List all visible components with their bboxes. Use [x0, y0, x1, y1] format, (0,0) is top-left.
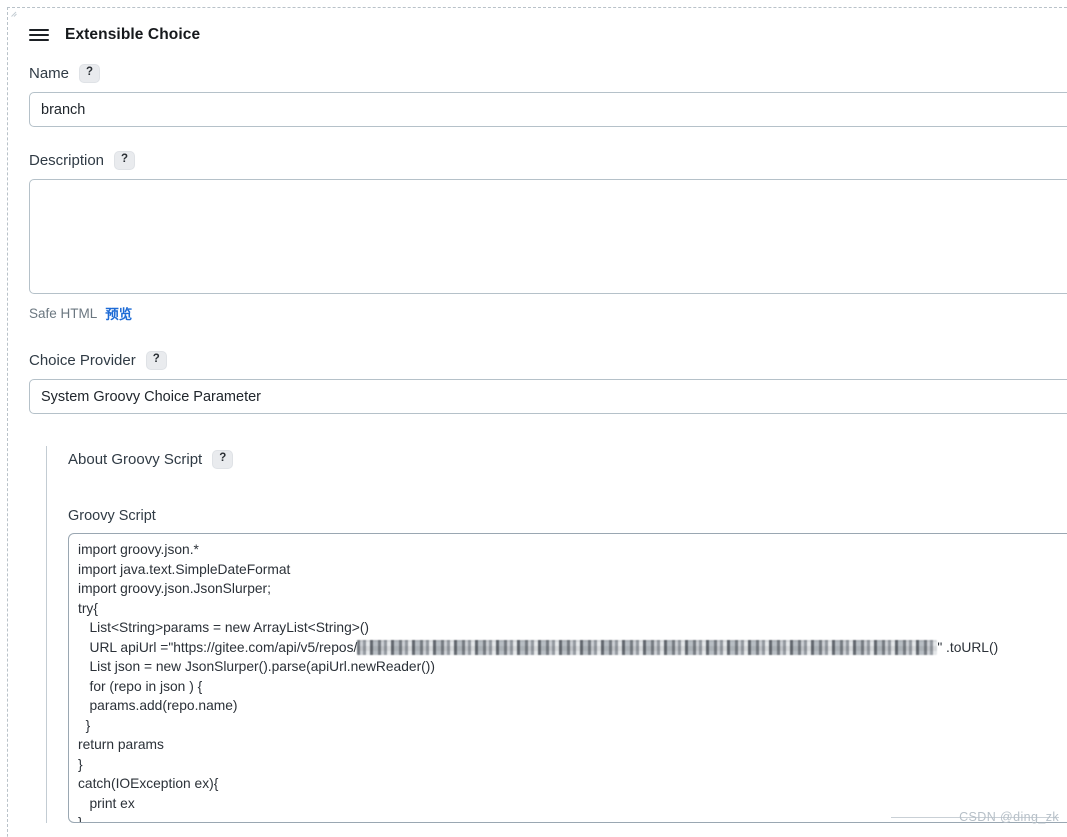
safe-html-row: Safe HTML 预览	[29, 303, 1067, 323]
code-line: }	[78, 815, 83, 823]
code-line: print ex	[78, 795, 135, 811]
code-line-suffix: " .toURL()	[937, 639, 999, 655]
code-line: params.add(repo.name)	[78, 698, 238, 713]
choice-provider-help-icon[interactable]: ?	[145, 350, 167, 370]
code-line: return params	[78, 737, 164, 752]
name-help-icon[interactable]: ?	[79, 63, 101, 83]
redacted-url-segment	[357, 639, 938, 655]
groovy-script-editor[interactable]: import groovy.json.* import java.text.Sim…	[68, 533, 1067, 823]
name-label: Name	[29, 64, 70, 82]
choice-provider-input[interactable]	[29, 379, 1067, 414]
code-line: import groovy.json.JsonSlurper;	[78, 581, 271, 596]
name-label-row: Name ?	[29, 62, 1067, 84]
safe-html-label: Safe HTML	[29, 305, 98, 321]
description-label-row: Description ?	[29, 149, 1067, 171]
choice-provider-label: Choice Provider	[29, 351, 136, 369]
field-choice-provider: Choice Provider ?	[29, 349, 1067, 414]
hamburger-icon[interactable]	[29, 27, 51, 43]
code-line: List json = new JsonSlurper().parse(apiU…	[78, 659, 435, 674]
code-line: }	[78, 756, 83, 772]
watermark: CSDN @ding_zk	[959, 810, 1059, 824]
code-line: try{	[78, 600, 98, 616]
name-input[interactable]	[29, 92, 1067, 127]
code-line: List<String>params = new ArrayList<Strin…	[78, 620, 370, 635]
code-line: for (repo in json ) {	[78, 678, 203, 694]
code-line: import java.text.SimpleDateFormat	[78, 561, 291, 577]
description-help-icon[interactable]: ?	[114, 150, 136, 170]
groovy-script-label: Groovy Script	[68, 508, 156, 524]
code-line: import groovy.json.*	[78, 542, 199, 557]
block-title: Extensible Choice	[65, 26, 201, 43]
extensible-choice-parameter-block: Extensible Choice Name ? Description ? S…	[7, 7, 1067, 837]
description-label: Description	[29, 151, 105, 169]
drag-handle-icon[interactable]	[10, 10, 22, 22]
field-description: Description ? Safe HTML 预览	[29, 149, 1067, 323]
code-line: URL apiUrl ="https://gitee.com/api/v5/re…	[78, 639, 999, 655]
choice-provider-label-row: Choice Provider ?	[29, 349, 1067, 371]
code-line: }	[78, 717, 91, 733]
block-header: Extensible Choice	[29, 22, 1067, 48]
about-groovy-label: About Groovy Script	[68, 450, 203, 468]
description-textarea[interactable]	[29, 179, 1067, 294]
code-line: catch(IOException ex){	[78, 776, 219, 791]
groovy-section: About Groovy Script ? Groovy Script impo…	[46, 446, 1067, 823]
about-groovy-help-icon[interactable]: ?	[212, 449, 234, 469]
about-groovy-row: About Groovy Script ?	[68, 448, 1067, 470]
preview-link[interactable]: 预览	[105, 303, 132, 323]
field-name: Name ?	[29, 62, 1067, 127]
